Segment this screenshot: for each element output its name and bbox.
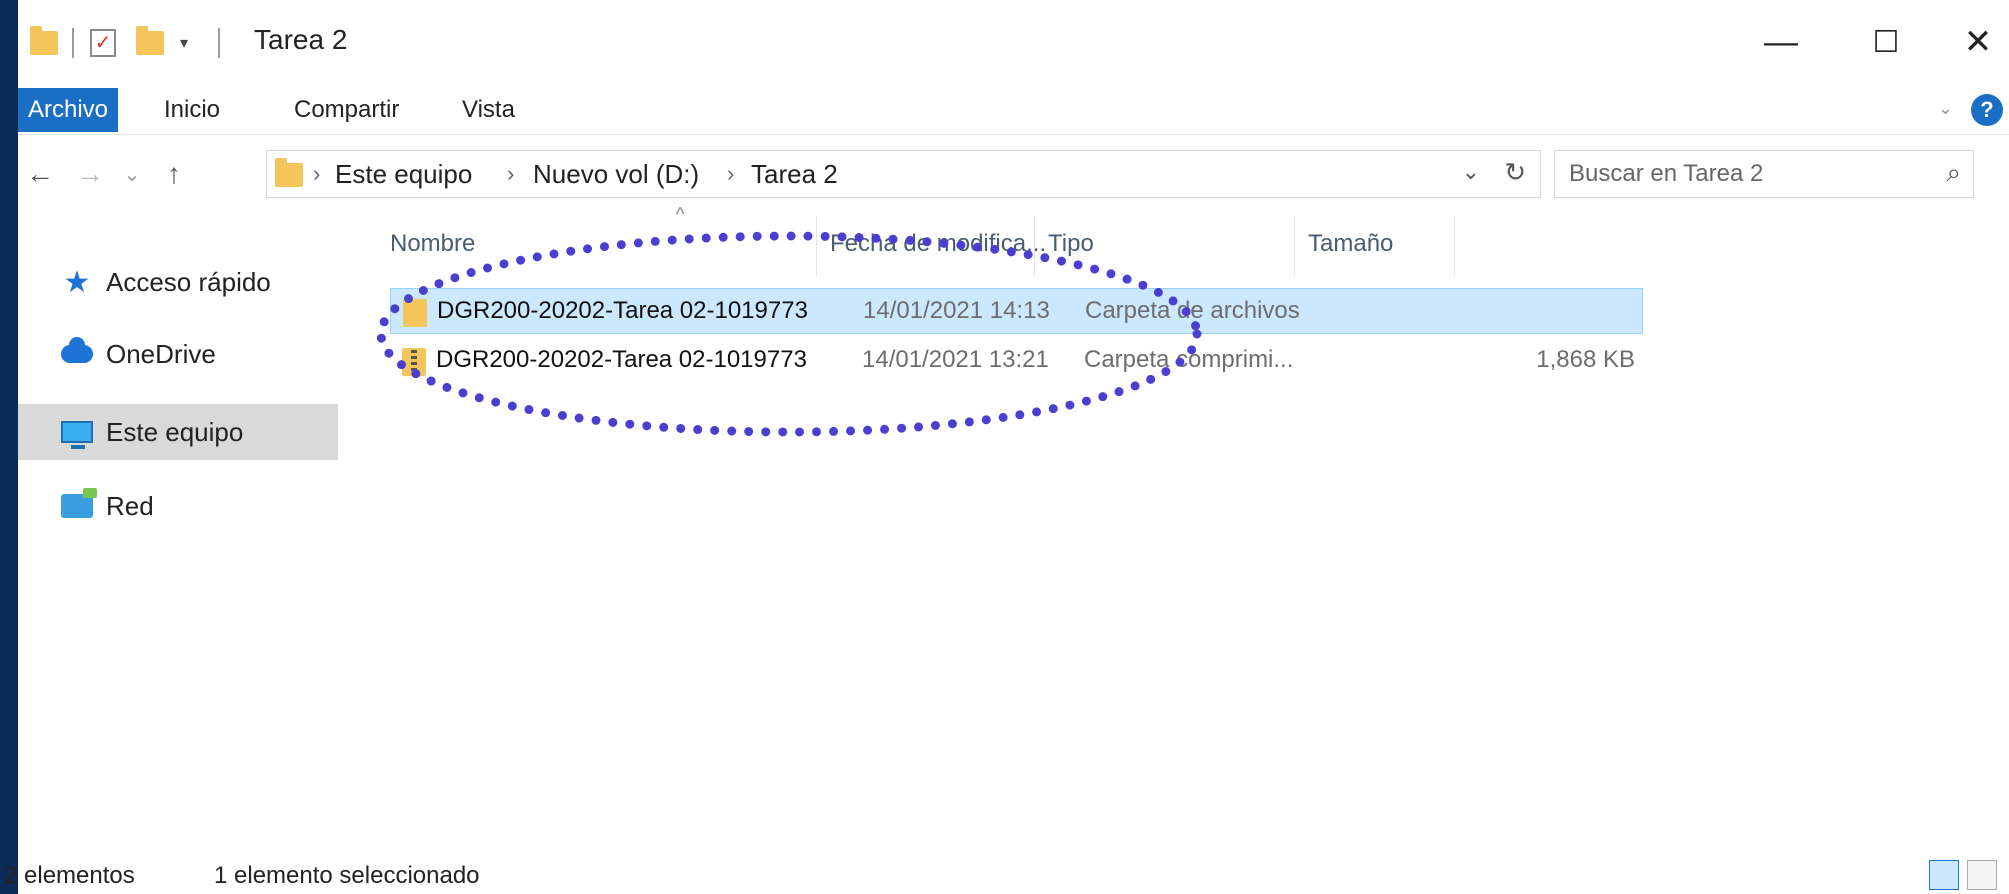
search-placeholder: Buscar en Tarea 2 — [1569, 160, 1764, 187]
up-arrow-icon[interactable]: ↑ — [154, 154, 194, 194]
file-name: DGR200-20202-Tarea 02-1019773 — [437, 297, 808, 324]
minimize-button[interactable]: — — [1751, 20, 1811, 64]
file-type: Carpeta comprimi... — [1084, 346, 1294, 373]
star-icon: ★ — [63, 265, 91, 299]
toolbar-separator — [72, 28, 74, 58]
address-history-chevron-icon[interactable]: ⌄ — [1462, 159, 1480, 185]
computer-icon — [61, 421, 93, 449]
breadcrumb-este-equipo[interactable]: Este equipo — [335, 159, 472, 190]
sort-ascending-icon: ^ — [676, 204, 685, 224]
file-date: 14/01/2021 14:13 — [863, 297, 1050, 324]
maximize-button[interactable]: ☐ — [1856, 20, 1916, 64]
tab-vista[interactable]: Vista — [462, 88, 515, 132]
file-size: 1,868 KB — [1536, 346, 1635, 373]
column-header-tamano[interactable]: Tamaño — [1308, 230, 1393, 258]
address-folder-icon — [275, 158, 303, 187]
breadcrumb-tarea-2[interactable]: Tarea 2 — [751, 159, 838, 190]
tab-compartir[interactable]: Compartir — [294, 88, 399, 132]
file-date: 14/01/2021 13:21 — [862, 346, 1049, 373]
search-icon[interactable]: ⌕ — [1946, 157, 1961, 189]
toolbar-separator — [218, 28, 220, 58]
sidebar-item-red[interactable]: Red — [18, 478, 338, 534]
column-divider[interactable] — [816, 216, 817, 276]
breadcrumb-nuevo-vol[interactable]: Nuevo vol (D:) — [533, 159, 699, 190]
recent-locations-chevron-icon[interactable]: ⌄ — [112, 154, 152, 194]
column-header-nombre[interactable]: Nombre — [390, 230, 475, 258]
ribbon-divider — [18, 134, 2009, 135]
breadcrumb-separator: › — [727, 161, 735, 186]
breadcrumb-separator: › — [313, 161, 321, 186]
folder-icon — [30, 26, 58, 60]
column-header-fecha[interactable]: Fecha de modifica... — [830, 230, 1046, 258]
details-view-icon[interactable] — [1929, 860, 1959, 890]
sidebar-item-label: Red — [106, 490, 154, 521]
status-bar: 2 elementos 1 elemento seleccionado — [4, 856, 2009, 894]
navigation-bar: ← → ⌄ ↑ › Este equipo › Nuevo vol (D:) ›… — [18, 146, 2009, 202]
tab-inicio[interactable]: Inicio — [164, 88, 220, 132]
sidebar-item-label: OneDrive — [106, 338, 216, 369]
file-name: DGR200-20202-Tarea 02-1019773 — [436, 346, 807, 373]
sidebar-item-este-equipo[interactable]: Este equipo — [18, 404, 338, 460]
large-icons-view-icon[interactable] — [1967, 860, 1997, 890]
zip-folder-icon — [402, 348, 426, 376]
file-explorer-window: ✓ ▾ Tarea 2 — ☐ ✕ Archivo Inicio Compart… — [4, 0, 2009, 894]
customize-toolbar-dropdown-icon[interactable]: ▾ — [180, 26, 188, 60]
search-input[interactable]: Buscar en Tarea 2 ⌕ — [1554, 150, 1974, 198]
properties-checkbox-icon[interactable]: ✓ — [90, 26, 116, 60]
title-bar: ✓ ▾ Tarea 2 — ☐ ✕ — [18, 0, 2009, 82]
status-item-count: 2 elementos — [4, 862, 135, 889]
column-divider[interactable] — [1454, 216, 1455, 276]
column-divider[interactable] — [1034, 216, 1035, 276]
folder-icon — [403, 299, 427, 327]
table-row[interactable]: DGR200-20202-Tarea 02-1019773 14/01/2021… — [390, 288, 1643, 334]
tab-archivo[interactable]: Archivo — [18, 88, 119, 132]
sidebar-item-label: Este equipo — [106, 416, 244, 447]
network-icon — [61, 488, 97, 518]
sidebar-item-onedrive[interactable]: OneDrive — [18, 326, 338, 382]
expand-ribbon-chevron-icon[interactable]: ⌄ — [1938, 98, 1953, 119]
address-bar[interactable]: › Este equipo › Nuevo vol (D:) › Tarea 2… — [266, 150, 1541, 198]
new-folder-icon[interactable] — [136, 26, 164, 60]
sidebar-item-label: Acceso rápido — [106, 266, 271, 297]
status-selection: 1 elemento seleccionado — [214, 862, 480, 889]
navigation-pane: ★ Acceso rápido OneDrive Este equipo Red — [18, 224, 338, 824]
breadcrumb-separator: › — [507, 161, 515, 186]
file-list: Nombre ^ Fecha de modifica... Tipo Tamañ… — [354, 204, 1643, 768]
cloud-icon — [61, 337, 93, 363]
help-icon[interactable]: ? — [1971, 94, 2003, 126]
column-header-tipo[interactable]: Tipo — [1048, 230, 1094, 258]
back-arrow-icon[interactable]: ← — [20, 154, 60, 194]
column-divider[interactable] — [1294, 216, 1295, 276]
close-button[interactable]: ✕ — [1948, 20, 2008, 64]
table-row[interactable]: DGR200-20202-Tarea 02-1019773 14/01/2021… — [390, 338, 1643, 384]
refresh-icon[interactable]: ↻ — [1504, 157, 1526, 188]
window-title: Tarea 2 — [254, 24, 348, 55]
forward-arrow-icon[interactable]: → — [70, 154, 110, 194]
ribbon-tabs: Archivo Inicio Compartir Vista ⌄ ? — [18, 88, 2009, 132]
file-type: Carpeta de archivos — [1085, 297, 1300, 324]
sidebar-item-acceso-rapido[interactable]: ★ Acceso rápido — [18, 254, 338, 310]
